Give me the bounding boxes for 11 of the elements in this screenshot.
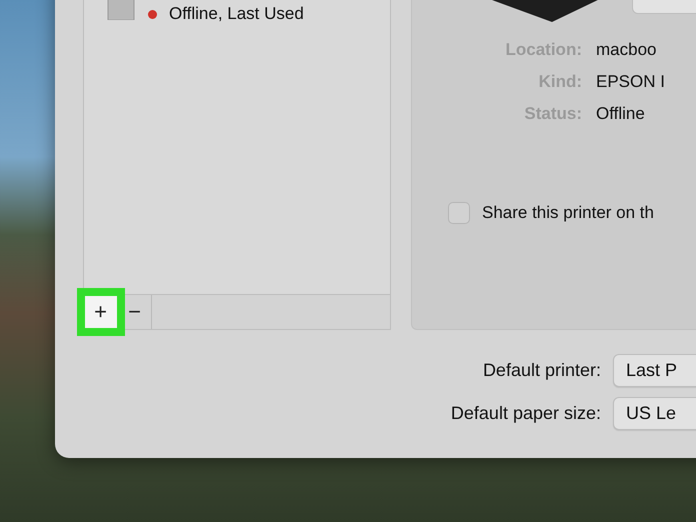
popup-button[interactable]: US Le <box>613 397 696 430</box>
default-label: Default paper size: <box>450 403 601 424</box>
field-value: EPSON I <box>596 72 666 92</box>
popup-button[interactable]: Last P <box>613 354 696 387</box>
share-label: Share this printer on th <box>482 203 654 223</box>
field-value: macboo <box>596 40 658 60</box>
default-label: Default printer: <box>482 360 601 381</box>
remove-button[interactable]: − <box>118 295 152 329</box>
field-value: Offline <box>596 104 646 124</box>
printer-status: Offline, Last Used <box>169 4 304 24</box>
share-checkbox[interactable] <box>448 202 470 224</box>
